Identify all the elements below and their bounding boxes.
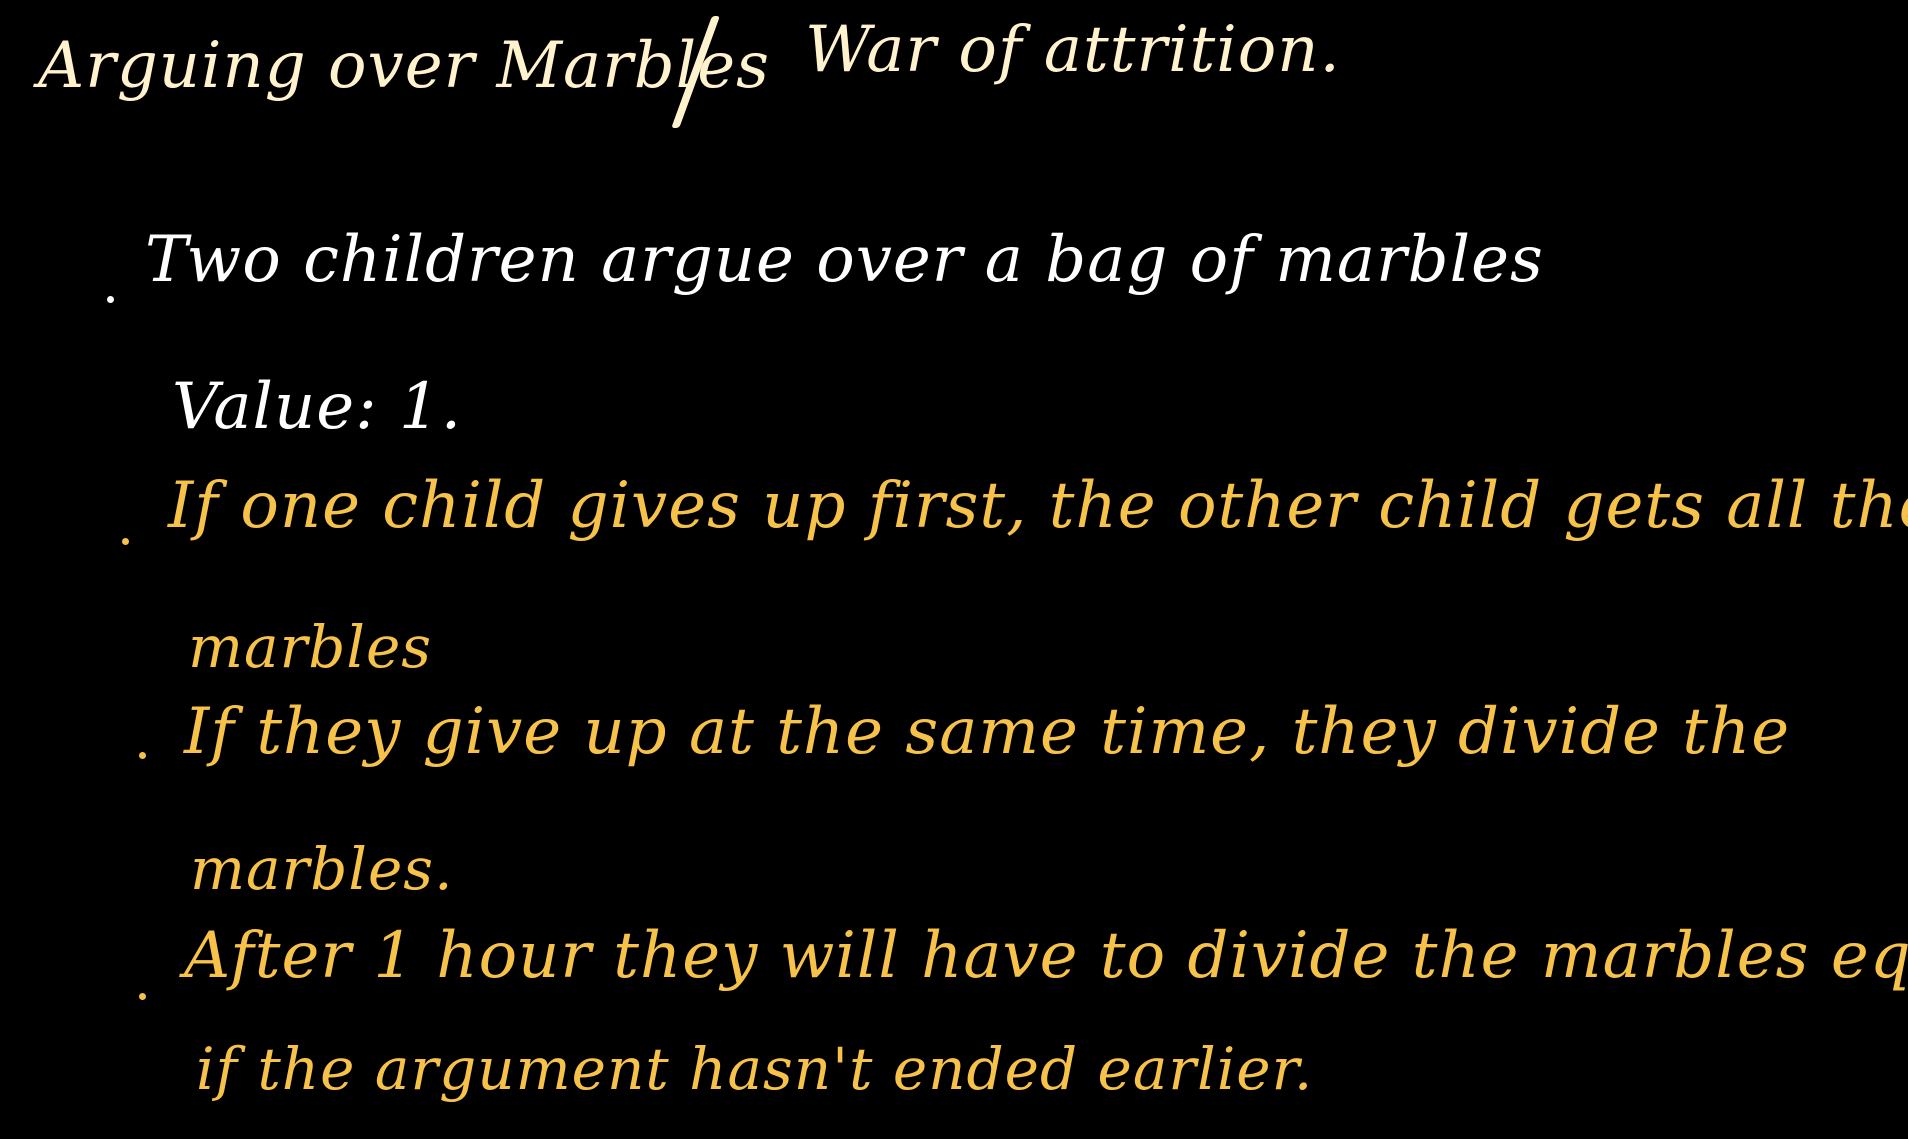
title-right: War of attrition. <box>805 13 1341 87</box>
note-line-8: if the argument hasn't ended earlier. <box>196 1035 1314 1103</box>
note-line-1: Two children argue over a bag of marbles <box>145 223 1544 297</box>
bullet-dot-1 <box>107 296 114 303</box>
note-line-7: After 1 hour they will have to divide th… <box>184 919 1908 993</box>
title-left: Arguing over Marbles <box>38 29 770 103</box>
bullet-dot-2 <box>122 538 129 545</box>
handwritten-notes-board: Arguing over Marbles War of attrition. T… <box>0 0 1908 1139</box>
note-line-5: If they give up at the same time, they d… <box>184 695 1791 769</box>
note-line-4: marbles <box>188 613 433 681</box>
bullet-dot-4 <box>139 993 146 1000</box>
bullet-dot-3 <box>139 752 146 759</box>
note-line-6: marbles. <box>190 835 454 903</box>
note-line-2: Value: 1. <box>172 370 463 444</box>
note-line-3: If one child gives up first, the other c… <box>168 469 1908 543</box>
